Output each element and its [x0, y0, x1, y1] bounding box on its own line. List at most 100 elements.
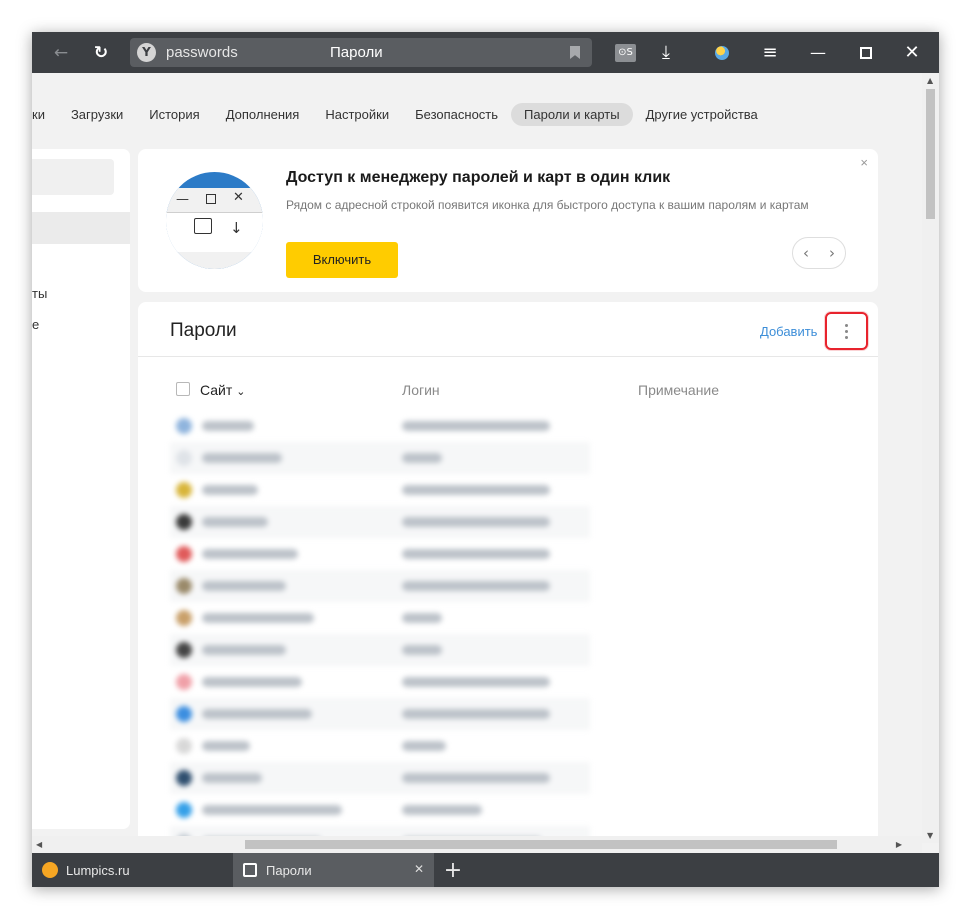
login-text-blurred	[402, 613, 442, 623]
close-tab-icon[interactable]: ✕	[414, 862, 424, 876]
password-row[interactable]	[170, 474, 590, 506]
address-bar[interactable]: Y passwords Пароли	[130, 38, 592, 67]
address-url: passwords	[166, 44, 238, 61]
vertical-scrollbar[interactable]: ▲ ▼	[922, 73, 939, 843]
promo-description: Рядом с адресной строкой появится иконка…	[286, 198, 809, 212]
nav-item-extensions[interactable]: Дополнения	[213, 103, 313, 126]
site-text-blurred	[202, 709, 312, 719]
login-text-blurred	[402, 549, 550, 559]
download-arrow-icon: ↓	[230, 219, 243, 237]
password-row[interactable]	[170, 538, 590, 570]
site-text-blurred	[202, 421, 254, 431]
tab-lumpics[interactable]: Lumpics.ru	[32, 853, 232, 887]
sort-chevron-icon: ⌄	[236, 386, 246, 398]
title-bar: ← ↻ Y passwords Пароли ⊙S ⤓ ≡ — ✕	[32, 32, 939, 73]
sidebar-item-other[interactable]: е	[32, 317, 39, 332]
promo-card: — ✕ ↓ Доступ к менеджеру паролей и карт …	[138, 149, 878, 292]
close-window-icon[interactable]: ✕	[898, 32, 926, 73]
login-text-blurred	[402, 517, 550, 527]
login-text-blurred	[402, 741, 446, 751]
site-favicon-icon	[176, 546, 192, 562]
nav-item-security[interactable]: Безопасность	[402, 103, 511, 126]
lastpass-label: ⊙S	[615, 43, 636, 62]
left-sidebar: ты е	[32, 149, 130, 829]
vertical-scroll-thumb[interactable]	[926, 89, 935, 219]
promo-close-icon[interactable]: ×	[860, 155, 868, 170]
password-row[interactable]	[170, 410, 590, 442]
login-text-blurred	[402, 805, 482, 815]
nav-item-history[interactable]: История	[136, 103, 212, 126]
password-row[interactable]	[170, 730, 590, 762]
promo-illustration: — ✕ ↓	[166, 172, 263, 269]
site-text-blurred	[202, 549, 298, 559]
password-row[interactable]	[170, 762, 590, 794]
horizontal-scroll-thumb[interactable]	[245, 840, 837, 849]
site-text-blurred	[202, 517, 268, 527]
passwords-card: Пароли Добавить Сайт ⌄ Логин Примечание	[138, 302, 878, 858]
nav-item-passwords-cards[interactable]: Пароли и карты	[511, 102, 633, 126]
password-row[interactable]	[170, 570, 590, 602]
menu-icon[interactable]: ≡	[758, 32, 782, 73]
tab-passwords[interactable]: Пароли ✕	[233, 853, 434, 887]
site-text-blurred	[202, 805, 342, 815]
password-row[interactable]	[170, 698, 590, 730]
yandex-logo-icon: Y	[137, 43, 156, 62]
new-tab-icon[interactable]: +	[440, 853, 466, 887]
settings-nav: ки Загрузки История Дополнения Настройки…	[32, 101, 771, 127]
site-favicon-icon	[176, 610, 192, 626]
site-favicon-icon	[176, 802, 192, 818]
login-text-blurred	[402, 421, 550, 431]
maximize-icon[interactable]	[852, 32, 880, 73]
downloads-icon[interactable]: ⤓	[655, 32, 677, 73]
site-favicon-icon	[176, 738, 192, 754]
promo-pager: ‹ ›	[792, 237, 846, 269]
password-row[interactable]	[170, 794, 590, 826]
weather-icon[interactable]	[712, 32, 732, 73]
site-text-blurred	[202, 645, 286, 655]
tab-bar: Lumpics.ru Пароли ✕ +	[32, 853, 939, 887]
nav-item-bookmarks[interactable]: ки	[32, 103, 58, 126]
passwords-favicon-icon	[243, 863, 257, 877]
prev-icon[interactable]: ‹	[803, 244, 809, 262]
horizontal-scrollbar[interactable]: ◀ ▶	[32, 836, 922, 853]
login-text-blurred	[402, 581, 550, 591]
nav-item-other-devices[interactable]: Другие устройства	[633, 103, 771, 126]
password-row[interactable]	[170, 442, 590, 474]
site-favicon-icon	[176, 450, 192, 466]
site-text-blurred	[202, 773, 262, 783]
divider	[138, 356, 878, 357]
promo-title: Доступ к менеджеру паролей и карт в один…	[286, 169, 671, 186]
sidebar-search[interactable]	[32, 159, 114, 195]
nav-item-settings[interactable]: Настройки	[312, 103, 402, 126]
login-text-blurred	[402, 453, 442, 463]
back-icon[interactable]: ←	[48, 32, 74, 73]
site-favicon-icon	[176, 706, 192, 722]
site-favicon-icon	[176, 770, 192, 786]
password-row[interactable]	[170, 602, 590, 634]
login-text-blurred	[402, 677, 550, 687]
column-header-note: Примечание	[638, 382, 720, 398]
add-password-link[interactable]: Добавить	[760, 324, 817, 339]
bookmark-icon[interactable]	[570, 46, 580, 59]
site-favicon-icon	[176, 642, 192, 658]
reload-icon[interactable]: ↻	[88, 32, 114, 73]
more-options-button[interactable]	[825, 312, 868, 350]
next-icon[interactable]: ›	[829, 244, 835, 262]
enable-button[interactable]: Включить	[286, 242, 398, 278]
nav-item-downloads[interactable]: Загрузки	[58, 103, 136, 126]
password-row[interactable]	[170, 666, 590, 698]
column-header-site[interactable]: Сайт ⌄	[200, 382, 245, 398]
select-all-checkbox[interactable]	[176, 382, 190, 396]
password-row[interactable]	[170, 506, 590, 538]
lastpass-extension-icon[interactable]: ⊙S	[615, 32, 636, 73]
sidebar-item-cards[interactable]: ты	[32, 286, 47, 301]
login-text-blurred	[402, 709, 550, 719]
column-header-login: Логин	[402, 382, 440, 398]
site-favicon-icon	[176, 482, 192, 498]
site-favicon-icon	[176, 578, 192, 594]
login-text-blurred	[402, 773, 550, 783]
password-row[interactable]	[170, 634, 590, 666]
sidebar-item-selected[interactable]	[32, 212, 130, 244]
browser-window: ← ↻ Y passwords Пароли ⊙S ⤓ ≡ — ✕ ки Заг…	[32, 32, 939, 887]
minimize-icon[interactable]: —	[804, 32, 832, 73]
